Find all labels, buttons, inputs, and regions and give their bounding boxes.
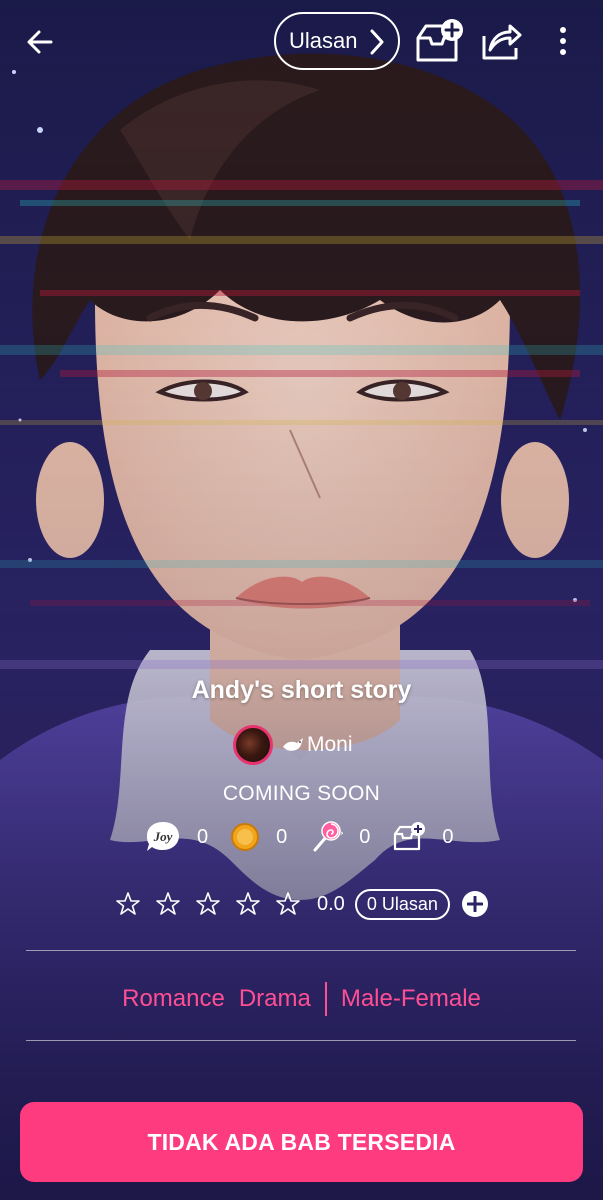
chevron-right-icon <box>370 29 384 55</box>
star-outline-icon <box>276 892 300 915</box>
story-title: Andy's short story <box>191 676 412 704</box>
more-vertical-icon <box>560 27 566 55</box>
star-outline-icon <box>196 892 220 915</box>
star-outline-icon <box>116 892 140 915</box>
dove-icon <box>283 738 303 751</box>
star-outline-icon <box>156 892 180 915</box>
stat-library-value: 0 <box>442 825 454 848</box>
divider-bottom <box>26 1040 576 1041</box>
stat-joy: Joy 0 <box>145 820 230 854</box>
genre-separator <box>324 982 327 1016</box>
rating-value: 0.0 <box>317 892 345 915</box>
stat-library: 0 <box>392 821 475 853</box>
star-outline-icon <box>236 892 260 915</box>
share-icon <box>482 24 522 60</box>
stat-coin: 0 <box>230 822 309 852</box>
add-review-button[interactable] <box>461 891 488 917</box>
author-name-wrap: Moni <box>281 733 353 757</box>
story-detail-screen: Ulasan Andy's short story Moni COMING SO… <box>0 0 603 1200</box>
no-chapter-button[interactable]: TIDAK ADA BAB TERSEDIA <box>20 1102 583 1182</box>
more-options-button[interactable] <box>548 24 578 58</box>
author-row[interactable]: Moni <box>233 720 353 770</box>
library-icon <box>394 822 426 851</box>
avatar[interactable] <box>233 725 273 765</box>
cover-illustration <box>0 0 603 1200</box>
stat-lollipop: × 0 <box>309 820 392 854</box>
stat-lollipop-value: 0 <box>359 825 371 848</box>
genre-tag-male-female[interactable]: Male-Female <box>341 985 481 1013</box>
divider-top <box>26 950 576 951</box>
rating-row: 0.0 0 Ulasan <box>115 884 488 924</box>
share-button[interactable] <box>476 18 524 64</box>
review-button[interactable]: Ulasan <box>274 12 400 70</box>
stat-coin-value: 0 <box>276 825 288 848</box>
stat-joy-value: 0 <box>197 825 209 848</box>
stats-row: Joy 0 0 × 0 0 <box>145 818 476 856</box>
plus-circle-icon <box>466 896 483 912</box>
arrow-left-icon <box>27 30 53 54</box>
svg-text:Joy: Joy <box>153 829 173 844</box>
review-count-button[interactable]: 0 Ulasan <box>354 888 450 920</box>
genre-list: Romance Drama Male-Female <box>0 982 603 1016</box>
coin-icon <box>231 823 260 851</box>
genre-tag-romance[interactable]: Romance <box>122 985 225 1013</box>
review-button-label: Ulasan <box>289 28 358 53</box>
status-text: COMING SOON <box>222 782 381 805</box>
library-add-icon <box>416 19 463 62</box>
top-bar: Ulasan <box>0 0 603 84</box>
lollipop-icon: × <box>313 821 343 852</box>
back-button[interactable] <box>18 22 62 62</box>
svg-text:×: × <box>340 829 343 838</box>
author-name: Moni <box>307 733 353 756</box>
genre-tag-drama[interactable]: Drama <box>239 985 311 1013</box>
joy-icon: Joy <box>147 822 179 851</box>
add-to-library-button[interactable] <box>412 16 466 66</box>
